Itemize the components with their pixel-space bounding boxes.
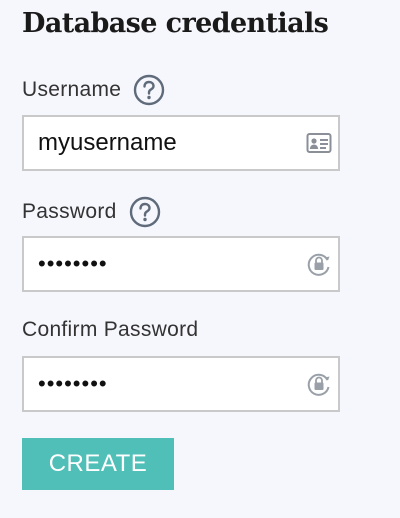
password-label-row: Password (22, 196, 161, 228)
username-field (22, 115, 340, 171)
create-button[interactable]: CREATE (22, 438, 174, 490)
contact-card-icon[interactable] (306, 130, 332, 156)
form-title: Database credentials (22, 8, 329, 39)
lock-rotate-icon[interactable] (306, 371, 332, 397)
confirm-password-label-row: Confirm Password (22, 314, 198, 346)
username-label: Username (22, 78, 122, 101)
database-credentials-form: Database credentials Username Passw (0, 0, 400, 518)
username-input[interactable] (24, 117, 338, 169)
lock-rotate-icon[interactable] (306, 251, 332, 277)
password-input[interactable] (24, 238, 338, 290)
username-help-icon[interactable] (133, 74, 165, 106)
password-label: Password (22, 200, 117, 223)
password-help-icon[interactable] (129, 196, 161, 228)
confirm-password-field (22, 356, 340, 412)
confirm-password-label: Confirm Password (22, 318, 199, 341)
username-label-row: Username (22, 74, 165, 106)
confirm-password-input[interactable] (24, 358, 338, 410)
password-field (22, 236, 340, 292)
